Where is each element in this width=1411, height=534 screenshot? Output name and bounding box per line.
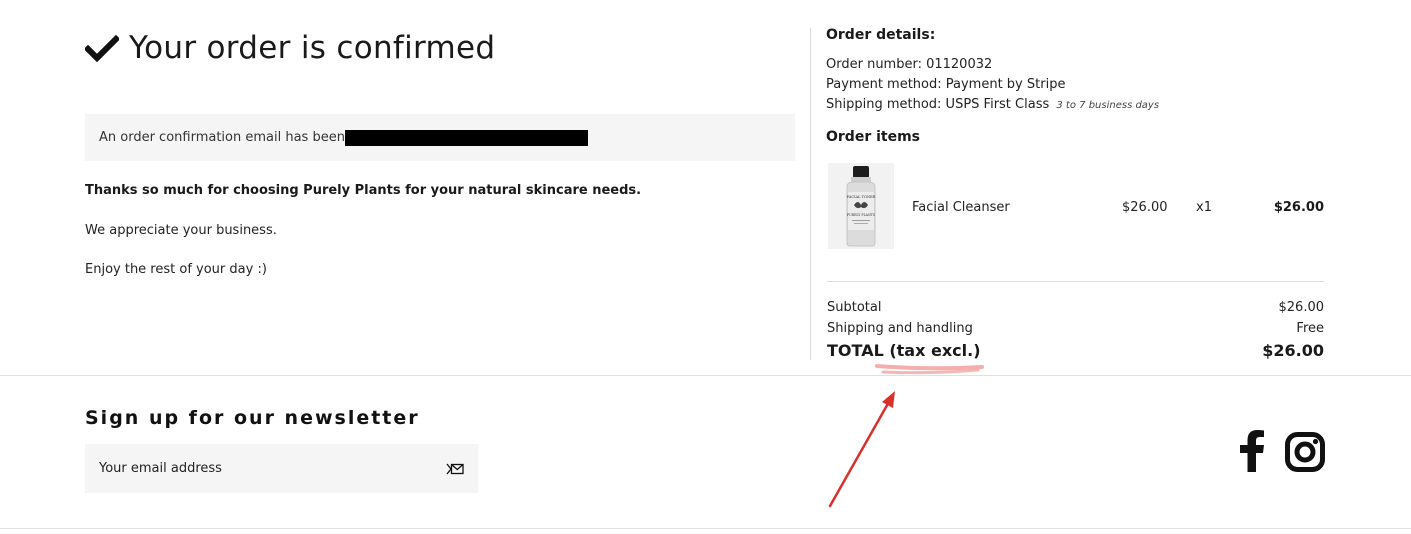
product-line-total: $26.00 — [1273, 200, 1324, 215]
newsletter-title: Sign up for our newsletter — [85, 407, 420, 429]
payment-method: Payment method: Payment by Stripe — [826, 77, 1066, 92]
product-name[interactable]: Facial Cleanser — [912, 200, 1010, 215]
product-quantity: x1 — [1196, 200, 1212, 215]
order-items-heading: Order items — [826, 129, 921, 145]
annotation-arrow — [828, 364, 984, 508]
facebook-icon[interactable] — [1238, 430, 1266, 472]
email-confirmation-notice: An order confirmation email has been — [85, 114, 795, 161]
order-details-heading: Order details: — [826, 27, 936, 43]
total-value: $26.00 — [1262, 341, 1324, 360]
footer-bottom-divider — [0, 528, 1411, 529]
svg-text:FACIAL TONER: FACIAL TONER — [847, 195, 876, 199]
shipping-value: Free — [1296, 321, 1324, 336]
subtotal-label: Subtotal — [827, 300, 882, 315]
send-mail-icon — [446, 463, 464, 474]
appreciation-message: We appreciate your business. — [85, 223, 277, 238]
footer-divider — [0, 375, 1411, 376]
page-title: Your order is confirmed — [85, 28, 495, 68]
product-thumbnail[interactable]: FACIAL TONER PURELY PLANTS — [828, 163, 894, 249]
checkmark-icon — [85, 34, 119, 63]
shipping-note: 3 to 7 business days — [1056, 100, 1160, 111]
svg-text:PURELY PLANTS: PURELY PLANTS — [847, 213, 875, 217]
thanks-message: Thanks so much for choosing Purely Plant… — [85, 183, 642, 198]
shipping-label: Shipping and handling — [827, 321, 973, 336]
instagram-icon[interactable] — [1285, 432, 1325, 472]
column-divider — [810, 28, 811, 360]
order-number: Order number: 01120032 — [826, 57, 993, 72]
shipping-method: Shipping method: USPS First Class — [826, 97, 1050, 112]
summary-divider — [827, 281, 1324, 282]
product-unit-price: $26.00 — [1122, 200, 1168, 215]
subtotal-value: $26.00 — [1278, 300, 1325, 315]
product-bottle-image: FACIAL TONER PURELY PLANTS — [847, 166, 876, 247]
email-notice-text: An order confirmation email has been — [99, 130, 345, 145]
shipping-method-row: Shipping method: USPS First Class 3 to 7… — [826, 97, 1159, 112]
newsletter-form — [85, 444, 478, 493]
confirmation-title: Your order is confirmed — [129, 30, 496, 66]
newsletter-submit-button[interactable] — [432, 444, 478, 493]
newsletter-email-input[interactable] — [85, 444, 432, 493]
redaction-bar — [344, 129, 588, 146]
closing-message: Enjoy the rest of your day :) — [85, 262, 267, 277]
